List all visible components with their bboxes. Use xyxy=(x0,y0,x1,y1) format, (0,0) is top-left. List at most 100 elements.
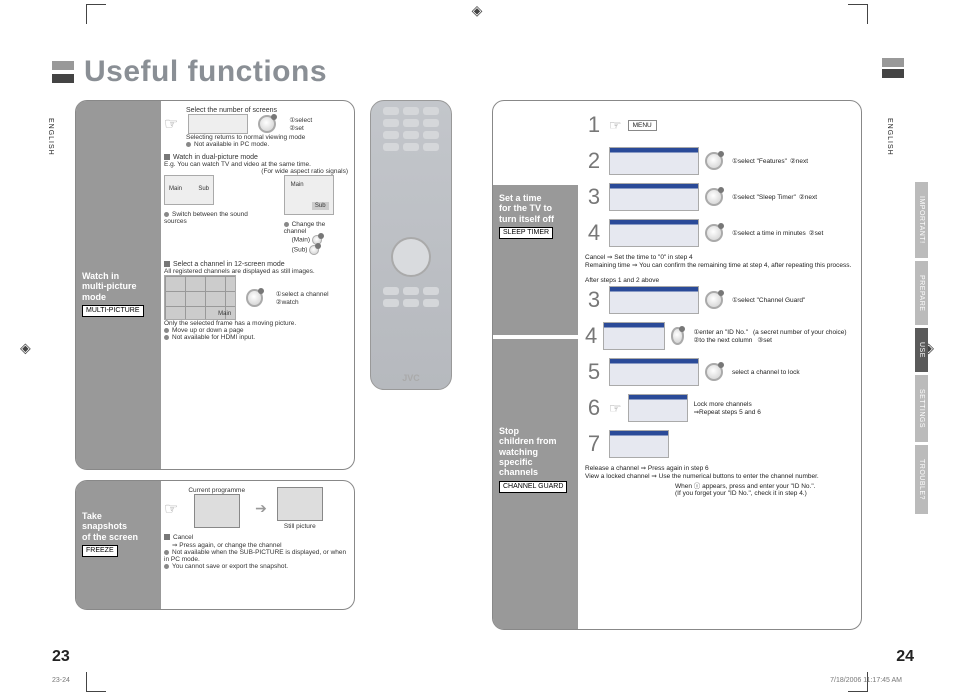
header-line: of the screen xyxy=(82,532,162,542)
remote-brand-label: JVC xyxy=(371,373,451,383)
control-knob-icon xyxy=(705,188,723,206)
step-number: 3 xyxy=(585,184,603,210)
row-header-freeze: Take snapshots of the screen FREEZE xyxy=(82,511,162,557)
main-label: Main xyxy=(169,186,182,192)
registration-mark: ◈ xyxy=(472,2,483,19)
header-line: mode xyxy=(82,292,162,302)
sleep-remain-a: Remaining time ⇒ xyxy=(585,262,637,269)
step-number: 7 xyxy=(585,431,603,457)
footer-timestamp: 7/18/2006 11:17:45 AM xyxy=(830,677,902,684)
twelve-knob-select: ①select a channel xyxy=(276,290,329,298)
crop-mark xyxy=(848,4,868,24)
main-label: Main xyxy=(218,311,231,317)
cg-step6-repeat: ⇒Repeat steps 5 and 6 xyxy=(694,408,761,416)
knob-select-label: ①select xyxy=(289,116,312,124)
sub-label: Sub xyxy=(312,202,329,210)
step-number: 4 xyxy=(585,220,603,246)
page-header: Useful functions xyxy=(52,55,904,89)
panel-freeze: Take snapshots of the screen FREEZE ☞ Cu… xyxy=(75,480,355,610)
remote-hand-icon: ☞ xyxy=(609,117,622,134)
content-multi-picture: Select the number of screens ☞ ①select ②… xyxy=(164,107,348,463)
twelve-page-note: Move up or down a page xyxy=(172,327,244,334)
not-pc-note: Not available in PC mode. xyxy=(194,141,269,148)
control-knob-icon xyxy=(705,152,723,170)
page-number-left: 23 xyxy=(52,648,70,666)
knob-set-label: ②set xyxy=(289,124,304,132)
dual-screen-illustration-1: Main Sub xyxy=(164,175,214,205)
cg-release-a: Release a channel ⇒ xyxy=(585,465,646,472)
tv-still-illustration xyxy=(277,487,323,521)
control-knob-icon xyxy=(705,224,723,242)
step4-set: ②set xyxy=(809,229,824,237)
osd-menu-illustration xyxy=(628,394,688,422)
step3-select: ①select "Sleep Timer" xyxy=(732,193,796,201)
still-picture-label: Still picture xyxy=(277,523,323,530)
main-label: Main xyxy=(291,182,304,188)
freeze-note-save: You cannot save or export the snapshot. xyxy=(172,563,288,570)
tab-prepare[interactable]: PREPARE xyxy=(915,261,928,325)
control-knob-icon xyxy=(705,363,723,381)
tab-trouble[interactable]: TROUBLE? xyxy=(915,445,928,514)
change-sub: (Sub) xyxy=(292,247,308,254)
osd-menu-illustration xyxy=(609,219,699,247)
switch-sound-title: Switch between the sound sources xyxy=(164,211,248,225)
button-freeze: FREEZE xyxy=(82,545,118,557)
header-line: Set a time xyxy=(499,193,579,203)
step-number: 3 xyxy=(585,287,603,313)
crop-mark xyxy=(86,4,106,24)
freeze-note-sub: Not available when the SUB-PICTURE is di… xyxy=(164,549,346,563)
current-programme-label: Current programme xyxy=(188,487,245,494)
header-line: Watch in xyxy=(82,271,162,281)
sleep-remain-b: You can confirm the remaining time at st… xyxy=(639,262,851,269)
menu-button-label: MENU xyxy=(628,120,657,131)
osd-menu-illustration xyxy=(609,183,699,211)
side-tabs: IMPORTANT! PREPARE USE SETTINGS TROUBLE? xyxy=(915,182,928,517)
cg-step4-enter: ①enter an "ID No." xyxy=(693,328,748,336)
tab-settings[interactable]: SETTINGS xyxy=(915,375,928,442)
freeze-cancel-title: Cancel xyxy=(173,534,193,541)
remote-hand-icon: ☞ xyxy=(164,114,178,134)
cg-step3-select: ①select "Channel Guard" xyxy=(732,296,805,304)
tab-use[interactable]: USE xyxy=(915,328,928,372)
header-line: watching xyxy=(499,447,579,457)
after-steps-note: After steps 1 and 2 above xyxy=(585,277,659,284)
row-header-channel-guard: Stop children from watching specific cha… xyxy=(499,426,579,493)
control-knob-icon xyxy=(246,289,263,307)
dual-screen-illustration-2: Main Sub xyxy=(284,175,334,215)
step2-select: ①select "Features" xyxy=(732,157,787,165)
button-multi-picture: MULTI-PICTURE xyxy=(82,305,144,317)
osd-menu-illustration xyxy=(603,322,665,350)
header-line: for the TV to xyxy=(499,203,579,213)
cg-release-b: Press again in step 6 xyxy=(648,465,709,472)
tab-important[interactable]: IMPORTANT! xyxy=(915,182,928,258)
button-channel-guard: CHANNEL GUARD xyxy=(499,481,567,493)
step-number: 2 xyxy=(585,148,603,174)
cg-view-c: When ⓘ appears, press and enter your "ID… xyxy=(675,480,853,490)
step-number: 4 xyxy=(585,323,597,349)
twelve-grid-illustration: Main xyxy=(164,275,236,320)
page-title: Useful functions xyxy=(84,55,327,89)
header-line: multi-picture xyxy=(82,281,162,291)
header-line: Take xyxy=(82,511,162,521)
dual-title: Watch in dual-picture mode xyxy=(173,154,258,161)
wide-aspect-note: (For wide aspect ratio signals) xyxy=(164,168,348,175)
page-number-right: 24 xyxy=(896,648,914,666)
chip-illustration xyxy=(188,114,248,134)
registration-mark: ◈ xyxy=(20,340,31,357)
twelve-caption: All registered channels are displayed as… xyxy=(164,268,348,275)
step3-next: ②next xyxy=(799,193,817,201)
tv-current-illustration xyxy=(194,494,240,528)
cg-step6-lock: Lock more channels xyxy=(694,401,752,408)
footer-sheet: 23-24 xyxy=(52,677,70,684)
step2-next: ②next xyxy=(790,157,808,165)
twelve-frame-note: Only the selected frame has a moving pic… xyxy=(164,320,348,327)
header-line: Stop xyxy=(499,426,579,436)
content-freeze: ☞ Current programme ➔ Still picture Canc… xyxy=(164,487,348,603)
step-number: 6 xyxy=(585,395,603,421)
osd-menu-illustration xyxy=(609,430,669,458)
step-number: 1 xyxy=(585,112,603,138)
header-line: children from xyxy=(499,436,579,446)
language-label-right: ENGLISH xyxy=(886,118,893,156)
twelve-knob-watch: ②watch xyxy=(276,298,299,306)
cg-view-d: (If you forget your "ID No.", check it i… xyxy=(675,490,853,497)
